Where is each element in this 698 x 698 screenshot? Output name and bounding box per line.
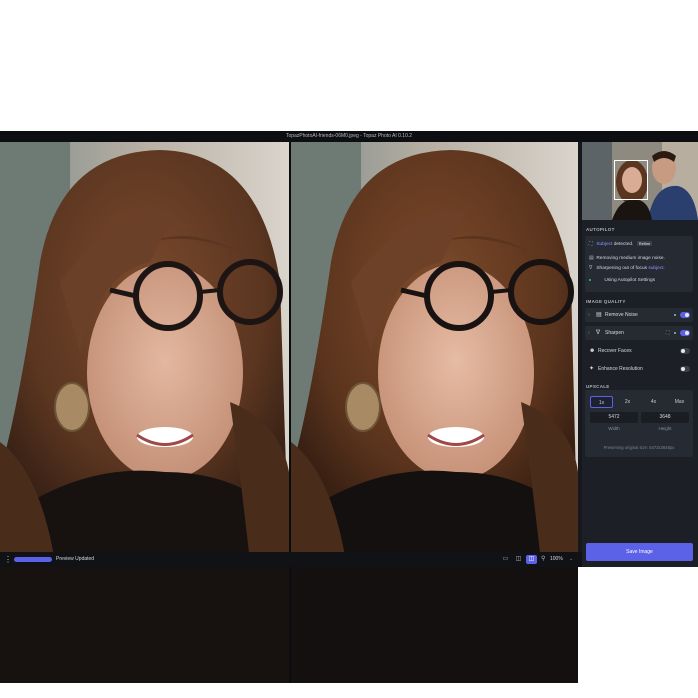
sharpen-icon: ∇ bbox=[596, 330, 601, 336]
feature-enhance-resolution[interactable]: ✦ Enhance Resolution bbox=[585, 362, 693, 376]
face-icon: ☻ bbox=[589, 348, 596, 354]
subject-icon: ⛶ bbox=[589, 241, 593, 247]
width-label: Width bbox=[608, 426, 620, 431]
enhance-resolution-toggle[interactable] bbox=[680, 366, 690, 372]
split-view-icon[interactable]: ◫ bbox=[513, 555, 524, 564]
height-field[interactable]: 3648 bbox=[641, 412, 689, 423]
subject-mask-icon[interactable]: ⛶ bbox=[666, 326, 670, 340]
settings-panel: AUTOPILOT ⛶ Subject detected. Refine ▤ R… bbox=[582, 142, 698, 567]
sharpen-subject-link[interactable]: subject. bbox=[648, 266, 665, 271]
noise-row: ▤ Removing medium image noise. bbox=[589, 255, 665, 261]
feature-sharpen[interactable]: › ∇ Sharpen ⛶ bbox=[585, 326, 693, 340]
height-label: Height bbox=[658, 426, 672, 431]
navigator-thumbnail[interactable] bbox=[582, 142, 698, 220]
status-dot-icon bbox=[589, 278, 591, 281]
more-menu-icon[interactable]: ⋮ bbox=[4, 555, 12, 564]
scale-max-button[interactable]: Max bbox=[668, 396, 691, 408]
app-window: TopazPhotoAI-friends-06M0.jpeg - Topaz P… bbox=[0, 131, 698, 683]
preview-status: Preview Updated bbox=[56, 556, 95, 562]
original-preview[interactable] bbox=[0, 142, 289, 683]
dot-icon bbox=[674, 314, 676, 316]
feature-label: Remove Noise bbox=[605, 312, 638, 318]
processed-photo bbox=[291, 142, 578, 683]
remove-noise-toggle[interactable] bbox=[680, 312, 690, 318]
noise-icon: ▤ bbox=[589, 255, 594, 261]
viewport-frame[interactable] bbox=[614, 160, 648, 200]
recover-faces-toggle[interactable] bbox=[680, 348, 690, 354]
feature-label: Enhance Resolution bbox=[598, 366, 643, 372]
feature-label: Recover Faces bbox=[598, 348, 632, 354]
scale-4x-button[interactable]: 4x bbox=[642, 396, 665, 408]
upscale-card: 1x 2x 4x Max 5472 3648 Width Height Pres… bbox=[585, 390, 693, 457]
bottom-toolbar: ⋮ Preview Updated ▭ ◫ ◫ ⚲ 100% ⌄ bbox=[0, 552, 582, 567]
sharpen-row: ∇ Sharpening out of focus subject. bbox=[589, 265, 665, 271]
feature-remove-noise[interactable]: › ▤ Remove Noise bbox=[585, 308, 693, 322]
window-title: TopazPhotoAI-friends-06M0.jpeg - Topaz P… bbox=[0, 131, 698, 142]
subject-row: ⛶ Subject detected. Refine bbox=[589, 241, 653, 247]
noise-icon: ▤ bbox=[596, 312, 602, 318]
enhance-icon: ✦ bbox=[589, 366, 595, 372]
dot-icon bbox=[674, 332, 676, 334]
chevron-right-icon[interactable]: › bbox=[588, 308, 590, 322]
image-quality-title: IMAGE QUALITY bbox=[586, 299, 626, 304]
zoom-level[interactable]: 100% bbox=[550, 555, 563, 564]
side-by-side-view-icon[interactable]: ◫ bbox=[526, 555, 537, 564]
original-photo bbox=[0, 142, 289, 683]
detected-text: detected. bbox=[613, 242, 634, 247]
width-field[interactable]: 5472 bbox=[590, 412, 638, 423]
sharpen-text: Sharpening out of focus bbox=[596, 266, 648, 271]
processed-preview[interactable] bbox=[291, 142, 578, 683]
feature-label: Sharpen bbox=[605, 330, 624, 336]
preview-progress-bar bbox=[14, 557, 52, 562]
subject-link[interactable]: Subject bbox=[596, 242, 612, 247]
sharpen-icon: ∇ bbox=[589, 265, 593, 271]
chevron-down-icon[interactable]: ⌄ bbox=[569, 555, 573, 564]
scale-2x-button[interactable]: 2x bbox=[616, 396, 639, 408]
chevron-right-icon[interactable]: › bbox=[588, 326, 590, 340]
upscale-title: UPSCALE bbox=[586, 384, 610, 389]
autopilot-settings-text: Using Autopilot Settings bbox=[604, 278, 656, 283]
autopilot-title: AUTOPILOT bbox=[586, 227, 615, 232]
scale-1x-button[interactable]: 1x bbox=[590, 396, 613, 408]
autopilot-card: ⛶ Subject detected. Refine ▤ Removing me… bbox=[585, 236, 693, 292]
noise-text: Removing medium image noise. bbox=[596, 256, 665, 261]
autopilot-settings-row[interactable]: Using Autopilot Settings bbox=[589, 278, 655, 283]
feature-recover-faces[interactable]: ☻ Recover Faces bbox=[585, 344, 693, 358]
sharpen-toggle[interactable] bbox=[680, 330, 690, 336]
zoom-icon[interactable]: ⚲ bbox=[541, 555, 545, 564]
single-view-icon[interactable]: ▭ bbox=[500, 555, 511, 564]
save-image-button[interactable]: Save Image bbox=[586, 543, 693, 561]
upscale-note: Preserving original size: 5472x3648px bbox=[603, 445, 675, 450]
refine-button[interactable]: Refine bbox=[636, 241, 653, 246]
